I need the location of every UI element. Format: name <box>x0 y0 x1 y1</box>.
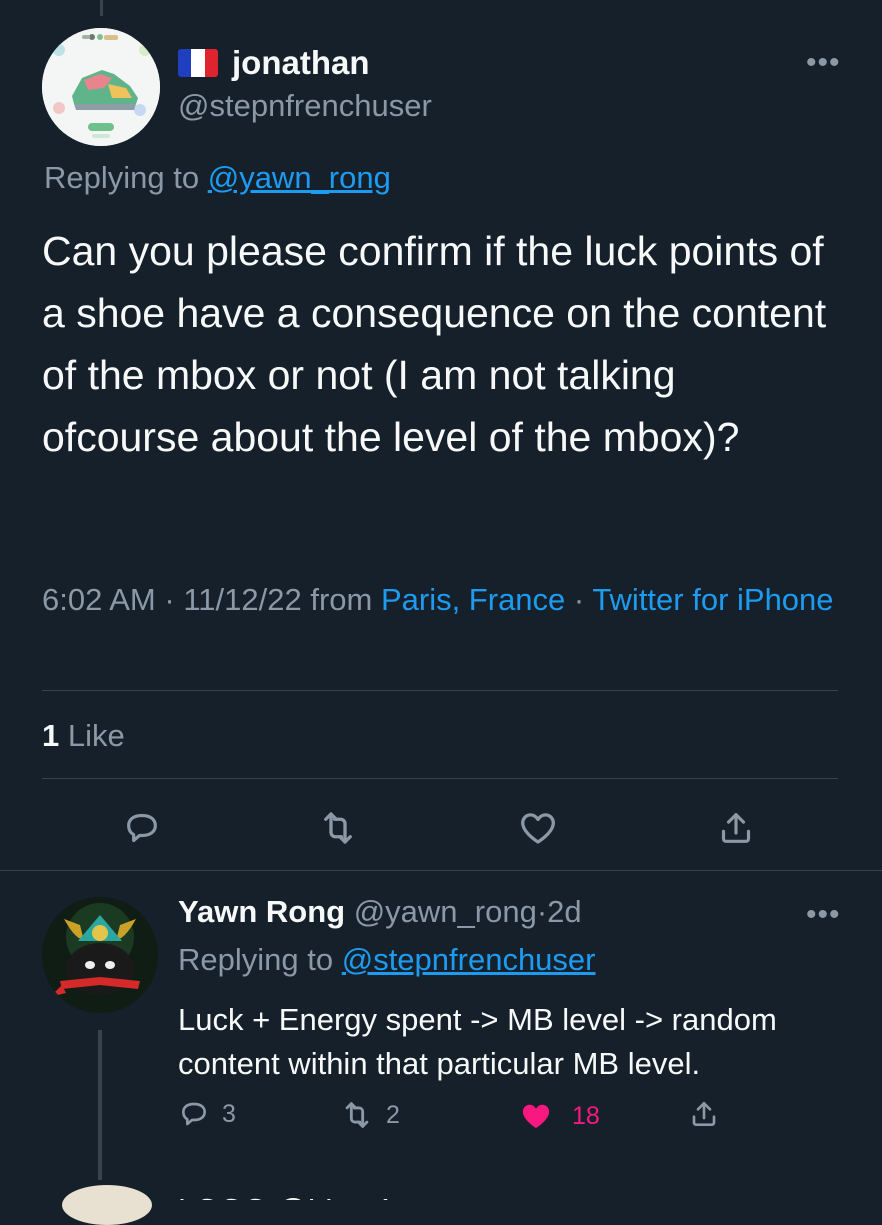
retweet-icon[interactable] <box>308 798 368 858</box>
tweet-text: Can you please confirm if the luck point… <box>42 228 827 460</box>
share-icon[interactable] <box>706 798 766 858</box>
liked-heart-icon <box>522 1104 550 1128</box>
separator: · <box>164 582 175 617</box>
retweet-count: 2 <box>386 1100 400 1129</box>
replying-to-handle-link[interactable]: @yawn_rong <box>208 160 391 195</box>
reply-icon <box>182 1102 206 1126</box>
like-count-value: 1 <box>42 718 60 753</box>
tweet-date[interactable]: 11/12/22 <box>183 582 301 617</box>
more-options-icon[interactable]: ••• <box>806 46 841 80</box>
section-divider <box>0 870 882 871</box>
client-link[interactable]: Twitter for iPhone <box>592 582 833 617</box>
france-flag-icon <box>178 49 218 77</box>
retweet-icon <box>345 1102 369 1128</box>
replying-to: Replying to @yawn_rong <box>44 160 391 196</box>
tweet-time[interactable]: 6:02 AM <box>42 582 156 617</box>
location-link[interactable]: Paris, France <box>381 582 565 617</box>
reply-text: Luck + Energy spent -> MB level -> rando… <box>178 1002 777 1081</box>
avatar[interactable] <box>62 1185 152 1225</box>
reply-icon[interactable] <box>112 798 172 858</box>
thread-connector-top <box>100 0 103 16</box>
reply-age[interactable]: 2d <box>547 894 581 929</box>
replying-to-prefix: Replying to <box>178 942 334 977</box>
author-display-name[interactable]: jonathan <box>232 44 370 82</box>
author-name-row: jonathan <box>178 44 370 82</box>
divider <box>42 778 838 779</box>
avatar[interactable] <box>42 28 160 146</box>
next-tweet-header: LOOO @LL... 1 ... <box>178 1188 428 1200</box>
retweet-button[interactable]: 2 <box>340 1098 400 1132</box>
reply-display-name[interactable]: Yawn Rong <box>178 894 345 929</box>
like-count: 18 <box>572 1101 600 1130</box>
reply-button[interactable]: 3 <box>178 1098 236 1130</box>
avatar[interactable] <box>42 897 158 1013</box>
reply-header: Yawn Rong @yawn_rong·2d <box>178 894 582 930</box>
reply-handle[interactable]: @yawn_rong <box>354 894 537 929</box>
separator: · <box>573 582 585 617</box>
tweet-metadata: 6:02 AM · 11/12/22 from Paris, France · … <box>42 578 842 622</box>
more-options-icon[interactable]: ••• <box>806 898 841 932</box>
share-button[interactable] <box>688 1098 720 1130</box>
reply-action-bar: 3 2 18 <box>178 1098 738 1142</box>
thread-connector <box>98 1030 102 1180</box>
from-label: from <box>310 582 373 617</box>
share-icon <box>692 1102 716 1126</box>
like-button[interactable]: 18 <box>518 1098 600 1134</box>
tweet-action-bar <box>42 798 840 858</box>
stepn-shoe-avatar-image <box>42 28 160 146</box>
author-handle[interactable]: @stepnfrenchuser <box>178 88 432 124</box>
divider <box>42 690 838 691</box>
separator: · <box>536 894 548 929</box>
replying-to-handle-link[interactable]: @stepnfrenchuser <box>342 942 596 977</box>
like-icon[interactable] <box>508 798 568 858</box>
cat-warrior-avatar-image <box>42 897 158 1013</box>
replying-to: Replying to @stepnfrenchuser <box>178 942 596 978</box>
reply-count: 3 <box>222 1099 236 1128</box>
replying-to-prefix: Replying to <box>44 160 200 195</box>
like-count-label: Like <box>67 718 125 753</box>
likes-count[interactable]: 1 Like <box>42 718 125 754</box>
